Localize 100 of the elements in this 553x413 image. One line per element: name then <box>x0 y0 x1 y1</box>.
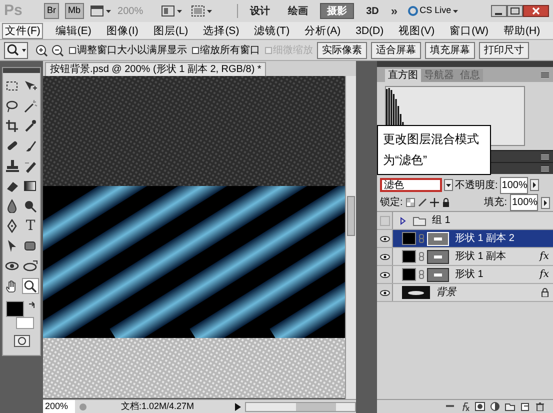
layer-row[interactable]: 背景 <box>377 284 553 302</box>
menu-item[interactable]: 帮助(H) <box>500 22 544 38</box>
panel-menu-icon[interactable] <box>541 154 549 160</box>
checkbox[interactable] <box>69 46 76 54</box>
quick-mask-icon[interactable] <box>14 335 30 347</box>
checkbox[interactable] <box>192 46 199 54</box>
new-layer-icon[interactable] <box>520 402 530 411</box>
lock-transparency-icon[interactable] <box>406 198 415 207</box>
swap-arrows-icon[interactable] <box>28 301 36 309</box>
layer-row[interactable]: 形状 1 副本 fx <box>377 248 553 266</box>
zoom-icon[interactable] <box>23 279 38 293</box>
dodge-icon[interactable] <box>23 199 38 213</box>
lock-icon <box>541 288 549 297</box>
history-brush-icon[interactable] <box>23 159 38 173</box>
layer-effects-label[interactable]: fx <box>540 267 549 282</box>
arrow-right-icon[interactable] <box>541 196 550 208</box>
move-icon[interactable] <box>430 198 439 207</box>
fx-icon[interactable] <box>460 402 470 411</box>
crop-icon[interactable] <box>5 119 20 133</box>
eye-icon[interactable] <box>380 272 390 278</box>
workspace-tab[interactable]: 设计 <box>244 3 276 19</box>
menu-item[interactable]: 窗口(W) <box>446 22 492 38</box>
menu-item[interactable]: 文件(F) <box>2 22 44 38</box>
checkbox-label: 调整窗口大小以满屏显示 <box>77 44 187 58</box>
lock-icon[interactable] <box>442 198 450 207</box>
menu-item[interactable]: 滤镜(T) <box>251 22 293 38</box>
option-button[interactable]: 实际像素 <box>317 42 367 58</box>
eye-icon[interactable] <box>380 236 390 242</box>
magic-wand-icon[interactable] <box>23 99 38 113</box>
layer-name[interactable]: 形状 1 副本 <box>455 249 506 264</box>
menu-item[interactable]: 3D(D) <box>352 22 387 38</box>
panel-tab[interactable]: 直方图 <box>385 69 421 82</box>
rounded-rectangle-icon[interactable] <box>23 239 38 253</box>
trash-icon[interactable] <box>535 402 545 411</box>
zoom-in-icon[interactable] <box>35 44 48 56</box>
menu-item[interactable]: 编辑(E) <box>52 22 94 38</box>
view-extras-icon[interactable] <box>90 5 112 17</box>
eraser-icon[interactable] <box>5 179 20 193</box>
option-button[interactable]: 填充屏幕 <box>425 42 475 58</box>
document-tab[interactable]: 按钮背景.psd @ 200% (形状 1 副本 2, RGB/8) * <box>45 62 266 76</box>
gradient-icon[interactable] <box>23 179 38 193</box>
menu-item[interactable]: 选择(S) <box>200 22 242 38</box>
menu-item[interactable]: 分析(A) <box>302 22 344 38</box>
zoom-out-icon[interactable] <box>51 44 64 56</box>
more-workspaces-button[interactable]: » <box>390 2 398 20</box>
arrow-right-icon[interactable] <box>530 179 539 191</box>
minimize-icon[interactable] <box>491 5 507 17</box>
link-icon <box>419 252 424 261</box>
panel-menu-icon[interactable] <box>541 166 549 172</box>
brush-icon[interactable] <box>418 198 427 207</box>
restore-icon[interactable] <box>507 5 523 17</box>
blend-mode-dropdown[interactable]: 滤色 <box>380 178 442 192</box>
eye-icon[interactable] <box>380 254 390 260</box>
orbit-camera-icon[interactable] <box>23 259 38 273</box>
workspace-tab[interactable]: 摄影 <box>320 3 354 19</box>
eye-icon[interactable] <box>380 290 390 296</box>
horizontal-scrollbar[interactable] <box>245 402 356 412</box>
zoom-field[interactable]: 200% <box>43 400 75 413</box>
vertical-scrollbar[interactable] <box>345 76 356 399</box>
menu-item[interactable]: 视图(V) <box>396 22 438 38</box>
background-color-swatch[interactable] <box>16 317 34 329</box>
eyedropper-icon[interactable] <box>23 119 38 133</box>
option-button[interactable]: 打印尺寸 <box>479 42 529 58</box>
fill-label: 填充: <box>484 196 507 210</box>
layer-row[interactable]: 形状 1 fx <box>377 266 553 284</box>
lasso-icon[interactable] <box>5 99 20 113</box>
layer-effects-label[interactable]: fx <box>540 249 549 264</box>
expand-arrow-icon[interactable] <box>400 216 406 224</box>
marquee-icon[interactable] <box>5 79 20 93</box>
layer-name[interactable]: 形状 1 <box>455 267 484 282</box>
move-icon[interactable] <box>23 79 38 93</box>
callout-text: 更改图层混合模式 为“滤色” <box>377 125 491 175</box>
workspace-tab[interactable]: 绘画 <box>282 3 314 19</box>
stamp-icon[interactable] <box>5 159 20 173</box>
foreground-color-swatch[interactable] <box>6 301 24 317</box>
cs-live-button[interactable]: CS Live <box>408 4 458 18</box>
visibility-toggle[interactable] <box>380 216 390 226</box>
menu-item[interactable]: 图像(I) <box>103 22 142 38</box>
layer-thumbnail <box>402 232 416 245</box>
mini-bridge-button[interactable]: Mb <box>65 3 84 19</box>
layer-mask-icon[interactable] <box>475 402 485 411</box>
orbit-icon[interactable] <box>5 259 20 273</box>
status-arrow-icon[interactable] <box>235 402 241 410</box>
fill-field[interactable]: 100% <box>510 194 538 211</box>
layer-row[interactable]: 形状 1 副本 2 <box>377 230 553 248</box>
close-icon[interactable] <box>523 5 549 17</box>
panel-menu-icon[interactable] <box>541 72 549 78</box>
workspace-tab[interactable]: 3D <box>360 3 385 19</box>
opacity-field[interactable]: 100% <box>500 176 528 194</box>
option-button[interactable]: 适合屏幕 <box>371 42 421 58</box>
new-group-icon[interactable] <box>505 402 515 411</box>
bridge-button[interactable]: Br <box>44 3 59 19</box>
adjustment-layer-icon[interactable] <box>490 402 500 411</box>
layer-name[interactable]: 背景 <box>436 285 456 300</box>
layer-name[interactable]: 形状 1 副本 2 <box>455 231 514 246</box>
menu-item[interactable]: 图层(L) <box>150 22 192 38</box>
layer-name[interactable]: 组 1 <box>432 213 450 228</box>
zoom-tool-preset-icon[interactable] <box>4 42 28 58</box>
opacity-label: 不透明度: <box>455 178 498 192</box>
type-tool[interactable]: T <box>23 219 38 233</box>
